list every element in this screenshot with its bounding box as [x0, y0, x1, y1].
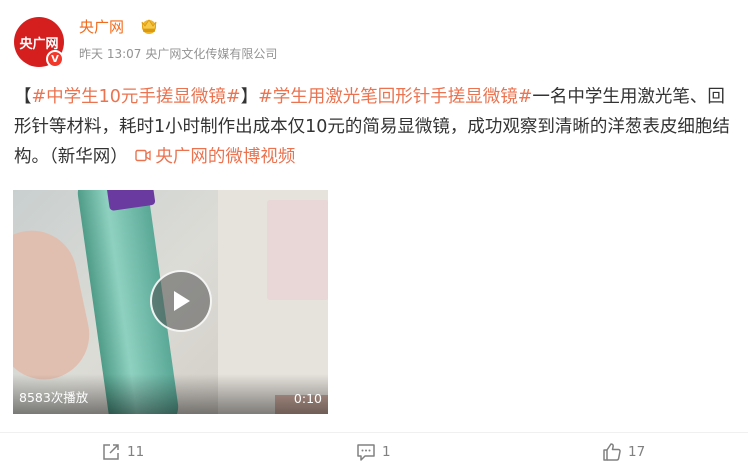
like-button[interactable]: 17 — [602, 441, 645, 463]
video-duration: 0:10 — [293, 391, 322, 406]
post-time[interactable]: 昨天 13:07 — [79, 47, 141, 61]
video-link-label: 央广网的微博视频 — [155, 147, 296, 167]
video-link[interactable]: 央广网的微博视频 — [133, 147, 295, 167]
comment-button[interactable]: 1 — [356, 441, 391, 463]
topic-tag-link[interactable]: #中学生10元手搓显微镜# — [32, 87, 241, 107]
like-count: 17 — [628, 444, 646, 460]
hashtag-link[interactable]: #学生用激光笔回形针手搓显微镜# — [258, 87, 532, 107]
video-link-icon — [135, 149, 151, 162]
post-text: 【#中学生10元手搓显微镜#】#学生用激光笔回形针手搓显微镜#一名中学生用激光笔… — [14, 82, 739, 172]
username-link[interactable]: 央广网 — [79, 16, 124, 37]
avatar-text: 央广网 — [19, 36, 59, 52]
repost-count: 11 — [127, 444, 145, 460]
bracket-close: 】 — [240, 87, 259, 107]
repost-icon — [103, 444, 119, 460]
post-meta: 昨天 13:07 央广网文化传媒有限公司 — [79, 45, 277, 62]
post-source: 央广网文化传媒有限公司 — [145, 47, 278, 61]
play-count: 8583次播放 — [19, 390, 89, 405]
play-icon — [174, 291, 190, 311]
crown-icon — [141, 19, 157, 34]
repost-button[interactable]: 11 — [101, 441, 144, 463]
video-scene-box — [267, 200, 328, 300]
divider — [0, 432, 748, 433]
play-button[interactable] — [150, 270, 212, 332]
bracket-open: 【 — [14, 87, 32, 107]
like-icon — [603, 443, 621, 461]
comment-icon — [357, 444, 375, 461]
video-player[interactable]: 8583次播放 0:10 — [13, 190, 328, 414]
comment-count: 1 — [382, 444, 391, 460]
verified-badge-icon: V — [46, 50, 64, 68]
